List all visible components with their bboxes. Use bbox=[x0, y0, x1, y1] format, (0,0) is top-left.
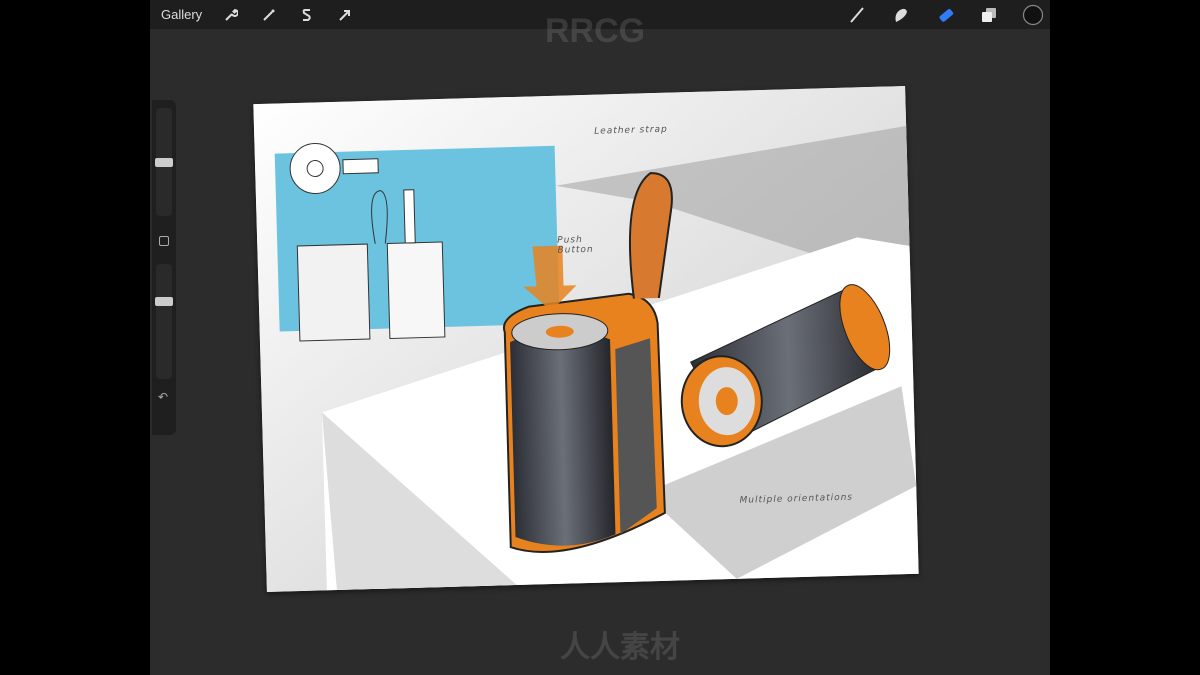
brush-icon[interactable] bbox=[846, 4, 868, 26]
procreate-app: Gallery ↶ Leather strap Push Button Mult… bbox=[150, 0, 1050, 675]
undo-icon[interactable]: ↶ bbox=[158, 390, 168, 404]
opacity-slider[interactable] bbox=[155, 264, 173, 379]
product-sketch bbox=[253, 85, 919, 593]
annotation-push-button: Push Button bbox=[557, 235, 594, 256]
gallery-button[interactable]: Gallery bbox=[161, 7, 202, 22]
modify-button[interactable] bbox=[159, 236, 169, 246]
brush-size-slider[interactable] bbox=[155, 108, 173, 216]
transform-arrow-icon[interactable] bbox=[334, 4, 356, 26]
watermark: 人人素材 bbox=[560, 631, 680, 664]
top-toolbar: Gallery bbox=[150, 0, 1050, 29]
wrench-icon[interactable] bbox=[220, 4, 242, 26]
magic-wand-icon[interactable] bbox=[258, 4, 280, 26]
smudge-icon[interactable] bbox=[890, 4, 912, 26]
eraser-icon[interactable] bbox=[934, 4, 956, 26]
layers-icon[interactable] bbox=[978, 4, 1000, 26]
color-picker-icon[interactable] bbox=[1022, 4, 1044, 26]
brush-size-thumb[interactable] bbox=[155, 158, 173, 167]
opacity-thumb[interactable] bbox=[155, 297, 173, 306]
annotation-leather-strap: Leather strap bbox=[594, 124, 668, 137]
drawing-canvas[interactable]: Leather strap Push Button Multiple orien… bbox=[253, 85, 919, 593]
selection-icon[interactable] bbox=[296, 4, 318, 26]
sidebar: ↶ bbox=[152, 100, 176, 435]
